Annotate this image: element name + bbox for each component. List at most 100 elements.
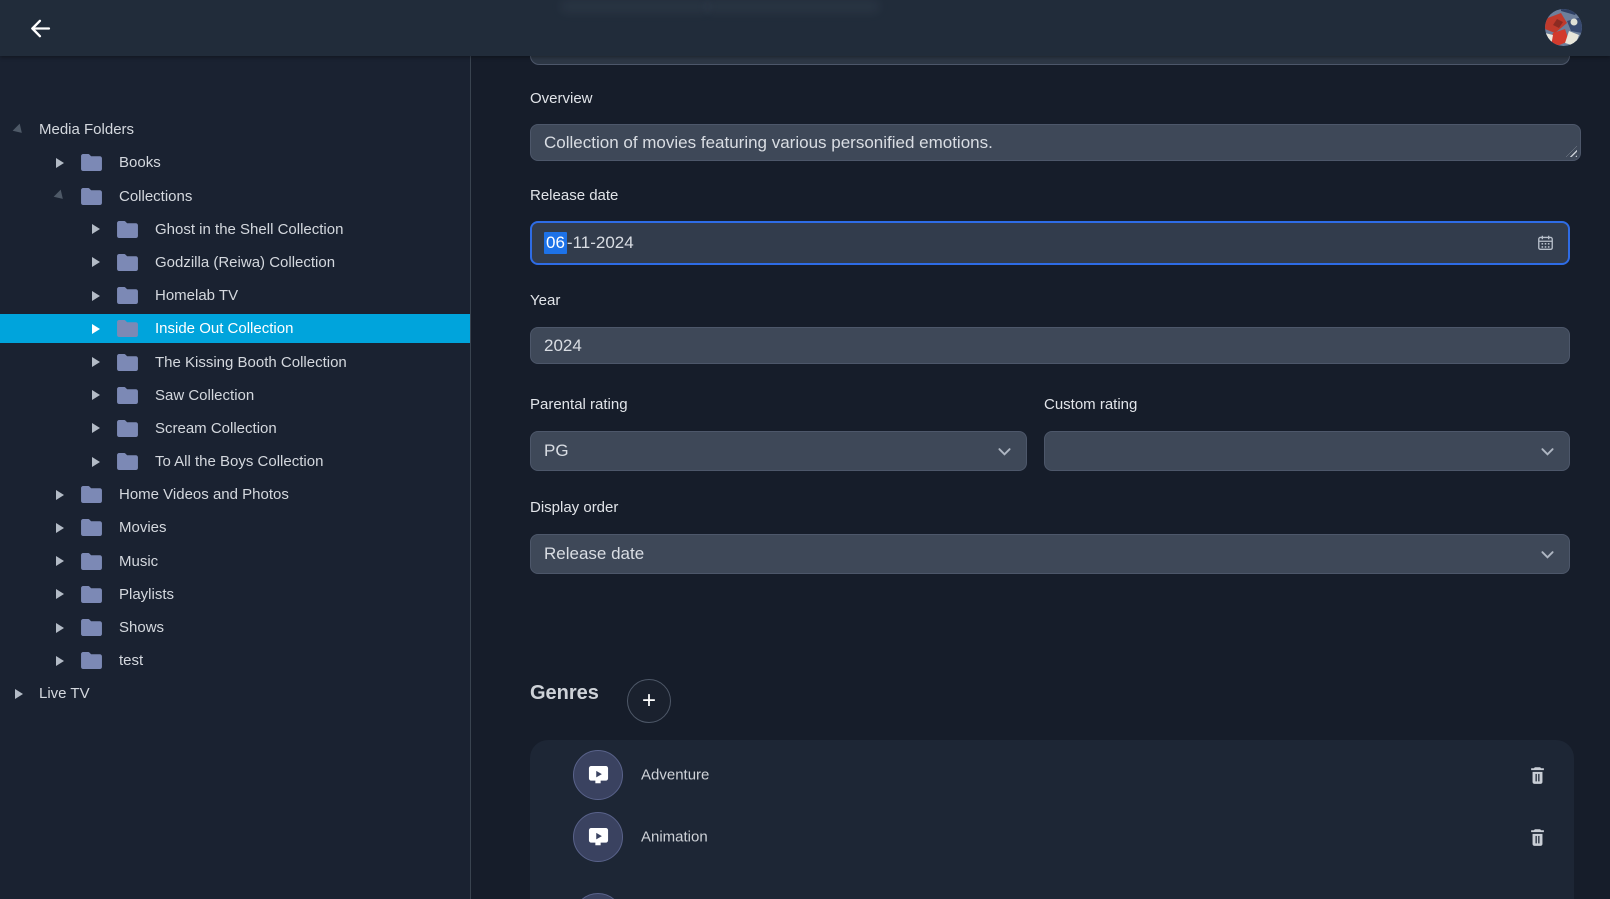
tree-item-media-folders[interactable]: Media Folders bbox=[0, 115, 470, 144]
tree-item-shows[interactable]: Shows bbox=[0, 613, 470, 642]
caret-collapsed-icon[interactable] bbox=[92, 257, 100, 267]
tree-item-live-tv[interactable]: Live TV bbox=[0, 679, 470, 708]
caret-expanded-icon[interactable] bbox=[54, 190, 67, 203]
tree-item-label: To All the Boys Collection bbox=[155, 453, 323, 470]
tree-item-label: Movies bbox=[119, 519, 167, 536]
folder-icon bbox=[80, 552, 103, 571]
tree-item-the-kissing-booth-collection[interactable]: The Kissing Booth Collection bbox=[0, 348, 470, 377]
user-avatar[interactable] bbox=[1545, 9, 1582, 46]
arrow-left-icon bbox=[27, 15, 54, 42]
year-value: 2024 bbox=[544, 336, 582, 356]
caret-expanded-icon[interactable] bbox=[13, 123, 26, 136]
tree-item-home-videos-and-photos[interactable]: Home Videos and Photos bbox=[0, 480, 470, 509]
tree-item-label: Live TV bbox=[39, 685, 90, 702]
tree-item-to-all-the-boys-collection[interactable]: To All the Boys Collection bbox=[0, 447, 470, 476]
back-button[interactable] bbox=[25, 14, 55, 42]
tree-item-collections[interactable]: Collections bbox=[0, 182, 470, 211]
caret-collapsed-icon[interactable] bbox=[56, 623, 64, 633]
tree-item-label: Ghost in the Shell Collection bbox=[155, 221, 343, 238]
tree-item-books[interactable]: Books bbox=[0, 148, 470, 177]
parental-rating-select[interactable]: PG bbox=[530, 431, 1027, 471]
tree-item-label: Saw Collection bbox=[155, 387, 254, 404]
parental-rating-value: PG bbox=[544, 441, 569, 461]
caret-collapsed-icon[interactable] bbox=[92, 291, 100, 301]
folder-icon bbox=[116, 319, 139, 338]
tree-item-label: Playlists bbox=[119, 586, 174, 603]
chevron-down-icon bbox=[1539, 546, 1556, 563]
tree-item-playlists[interactable]: Playlists bbox=[0, 580, 470, 609]
caret-collapsed-icon[interactable] bbox=[92, 457, 100, 467]
caret-collapsed-icon[interactable] bbox=[56, 158, 64, 168]
calendar-icon[interactable] bbox=[1536, 234, 1555, 253]
caret-collapsed-icon[interactable] bbox=[92, 423, 100, 433]
tree-item-inside-out-collection[interactable]: Inside Out Collection bbox=[0, 314, 470, 343]
tree-item-label: Collections bbox=[119, 188, 192, 205]
overview-value: Collection of movies featuring various p… bbox=[544, 133, 993, 153]
tree-item-godzilla-reiwa-collection[interactable]: Godzilla (Reiwa) Collection bbox=[0, 248, 470, 277]
selected-date-segment: 06 bbox=[544, 232, 567, 254]
genre-row-adventure: Adventure bbox=[530, 750, 1574, 800]
folder-icon bbox=[116, 220, 139, 239]
delete-genre-button[interactable] bbox=[1527, 763, 1548, 787]
folder-icon bbox=[80, 187, 103, 206]
caret-collapsed-icon[interactable] bbox=[92, 390, 100, 400]
year-input[interactable]: 2024 bbox=[530, 327, 1570, 364]
tree-item-ghost-in-the-shell-collection[interactable]: Ghost in the Shell Collection bbox=[0, 215, 470, 244]
caret-collapsed-icon[interactable] bbox=[92, 324, 100, 334]
cutoff-field-above[interactable] bbox=[530, 56, 1570, 65]
display-order-select[interactable]: Release date bbox=[530, 534, 1570, 574]
caret-collapsed-icon[interactable] bbox=[92, 357, 100, 367]
media-folder-tree: Media Folders Books Collections Ghost in th… bbox=[0, 56, 471, 899]
caret-collapsed-icon[interactable] bbox=[56, 589, 64, 599]
genre-media-icon bbox=[573, 750, 623, 800]
tree-item-label: Books bbox=[119, 154, 161, 171]
folder-icon bbox=[80, 651, 103, 670]
caret-collapsed-icon[interactable] bbox=[56, 490, 64, 500]
tree-item-label: test bbox=[119, 652, 143, 669]
genre-avatar-partial bbox=[573, 893, 623, 899]
folder-icon bbox=[116, 353, 139, 372]
tree-item-label: Inside Out Collection bbox=[155, 320, 293, 337]
caret-collapsed-icon[interactable] bbox=[56, 523, 64, 533]
chevron-down-icon bbox=[996, 443, 1013, 460]
trash-icon bbox=[1529, 765, 1546, 785]
blurred-content-behind-header bbox=[705, 0, 880, 13]
resize-grip-icon[interactable] bbox=[1566, 146, 1577, 157]
caret-collapsed-icon[interactable] bbox=[15, 689, 23, 699]
release-date-label: Release date bbox=[530, 187, 618, 204]
year-label: Year bbox=[530, 292, 560, 309]
tree-item-music[interactable]: Music bbox=[0, 547, 470, 576]
genre-media-icon bbox=[573, 812, 623, 862]
tree-item-label: Music bbox=[119, 553, 158, 570]
trash-icon bbox=[1529, 827, 1546, 847]
folder-icon bbox=[80, 485, 103, 504]
tree-item-scream-collection[interactable]: Scream Collection bbox=[0, 414, 470, 443]
folder-icon bbox=[116, 452, 139, 471]
caret-collapsed-icon[interactable] bbox=[56, 556, 64, 566]
folder-icon bbox=[80, 618, 103, 637]
tree-item-label: Scream Collection bbox=[155, 420, 277, 437]
tree-item-test[interactable]: test bbox=[0, 646, 470, 675]
chevron-down-icon bbox=[1539, 443, 1556, 460]
tree-item-label: The Kissing Booth Collection bbox=[155, 354, 347, 371]
delete-genre-button[interactable] bbox=[1527, 825, 1548, 849]
tree-item-homelab-tv[interactable]: Homelab TV bbox=[0, 281, 470, 310]
folder-icon bbox=[80, 585, 103, 604]
tree-item-saw-collection[interactable]: Saw Collection bbox=[0, 381, 470, 410]
tree-item-movies[interactable]: Movies bbox=[0, 513, 470, 542]
add-genre-button[interactable]: + bbox=[627, 679, 671, 723]
folder-icon bbox=[116, 286, 139, 305]
custom-rating-label: Custom rating bbox=[1044, 396, 1137, 413]
folder-icon bbox=[80, 518, 103, 537]
custom-rating-select[interactable] bbox=[1044, 431, 1570, 471]
genres-heading: Genres bbox=[530, 682, 599, 705]
caret-collapsed-icon[interactable] bbox=[92, 224, 100, 234]
release-date-input[interactable]: 06-11-2024 bbox=[530, 221, 1570, 265]
caret-collapsed-icon[interactable] bbox=[56, 656, 64, 666]
date-rest: -11-2024 bbox=[567, 233, 634, 253]
overview-textarea[interactable]: Collection of movies featuring various p… bbox=[530, 124, 1581, 161]
genre-name: Adventure bbox=[641, 767, 709, 784]
top-bar bbox=[0, 0, 1610, 56]
genre-name: Animation bbox=[641, 829, 708, 846]
tree-item-label: Media Folders bbox=[39, 121, 134, 138]
